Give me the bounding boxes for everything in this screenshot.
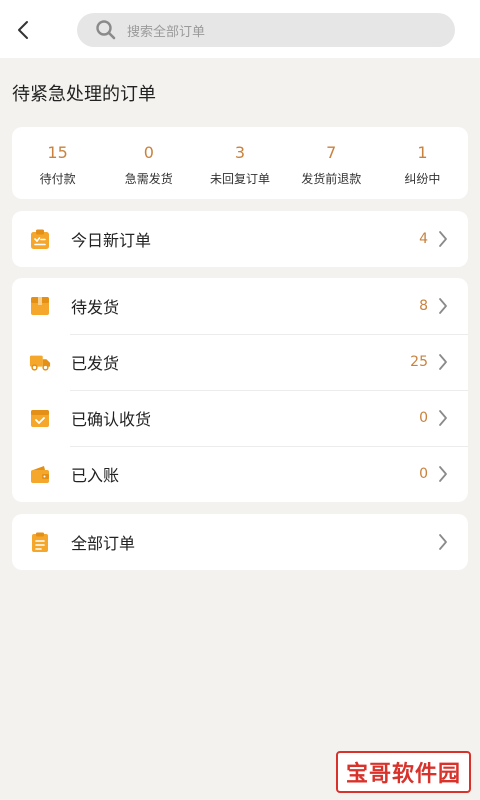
row-label: 已确认收货 [71, 410, 152, 429]
search-icon [95, 19, 117, 41]
chevron-left-icon [18, 21, 28, 39]
stat-refund-before-shipping[interactable]: 7 发货前退款 [286, 127, 377, 199]
today-orders-card: 今日新订单 4 [12, 211, 468, 267]
page-title: 待紧急处理的订单 [12, 84, 156, 105]
row-shipped[interactable]: 已发货 25 [12, 334, 468, 390]
row-confirmed-receipt[interactable]: 已确认收货 0 [12, 390, 468, 446]
row-count: 0 [419, 410, 428, 426]
stat-value: 1 [417, 143, 428, 162]
row-label: 今日新订单 [71, 231, 152, 250]
watermark-logo: 宝哥软件园 [336, 751, 471, 793]
stat-value: 15 [47, 143, 68, 162]
today-new-orders-row[interactable]: 今日新订单 4 [12, 211, 468, 267]
chevron-right-icon [436, 465, 450, 483]
row-label: 已入账 [71, 466, 120, 485]
chevron-right-icon [436, 409, 450, 427]
row-label: 已发货 [71, 354, 120, 373]
all-orders-card: 全部订单 [12, 514, 468, 570]
check-box-icon [29, 407, 51, 429]
stat-label: 待付款 [39, 172, 76, 186]
box-icon [29, 295, 51, 317]
stat-pending-payment[interactable]: 15 待付款 [12, 127, 103, 199]
wallet-icon [29, 463, 51, 485]
row-label: 待发货 [71, 298, 120, 317]
row-count: 0 [419, 466, 428, 482]
row-pending-shipment[interactable]: 待发货 8 [12, 278, 468, 334]
all-orders-row[interactable]: 全部订单 [12, 514, 468, 570]
stat-value: 0 [143, 143, 154, 162]
stat-label: 急需发货 [124, 172, 173, 186]
chevron-right-icon [436, 297, 450, 315]
stat-disputes[interactable]: 1 纠纷中 [377, 127, 468, 199]
chevron-right-icon [436, 533, 450, 551]
row-count: 25 [410, 354, 428, 370]
row-label: 全部订单 [71, 534, 136, 553]
search-input[interactable]: 搜索全部订单 [77, 13, 455, 47]
stat-value: 7 [326, 143, 337, 162]
search-placeholder: 搜索全部订单 [127, 24, 206, 40]
row-credited[interactable]: 已入账 0 [12, 446, 468, 502]
chevron-right-icon [436, 230, 450, 248]
truck-icon [29, 351, 51, 373]
clipboard-icon [29, 531, 51, 553]
stat-urgent-shipping[interactable]: 0 急需发货 [103, 127, 194, 199]
urgent-stats-card: 15 待付款 0 急需发货 3 未回复订单 7 发货前退款 1 纠纷中 [12, 127, 468, 199]
stat-label: 纠纷中 [404, 172, 441, 186]
row-count: 4 [419, 231, 428, 247]
chevron-right-icon [436, 353, 450, 371]
stat-value: 3 [234, 143, 246, 162]
stat-unreplied[interactable]: 3 未回复订单 [194, 127, 285, 199]
back-button[interactable] [10, 16, 36, 44]
stat-label: 发货前退款 [301, 172, 362, 186]
stat-label: 未回复订单 [210, 172, 271, 186]
row-count: 8 [419, 298, 428, 314]
top-bar: 搜索全部订单 [0, 0, 480, 58]
order-status-card: 待发货 8 已发货 25 已确认收货 0 已入账 0 [12, 278, 468, 502]
clipboard-checklist-icon [29, 228, 51, 250]
